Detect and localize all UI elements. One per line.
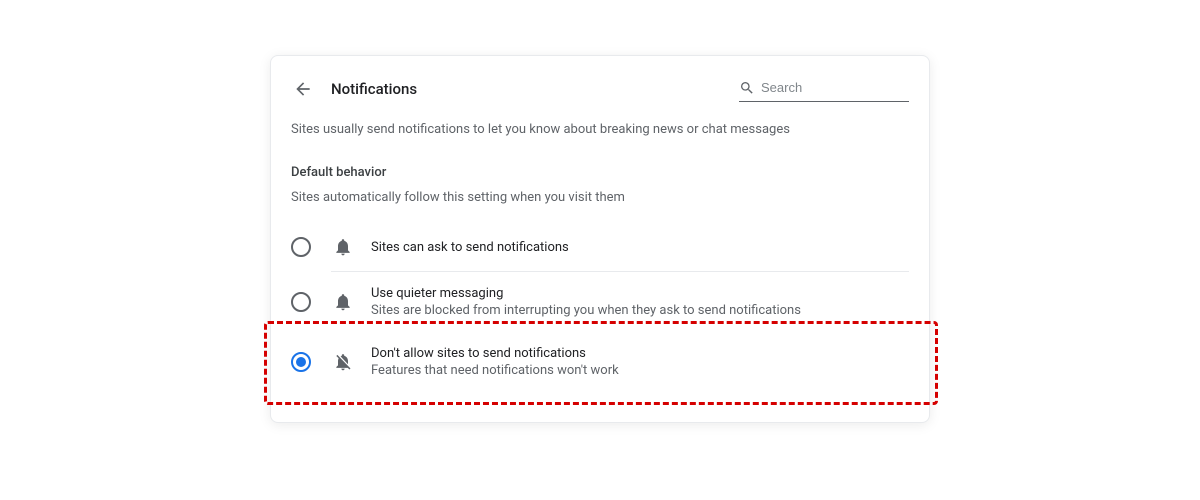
search-field[interactable] <box>739 76 909 102</box>
settings-card: Notifications Sites usually send notific… <box>270 55 930 423</box>
page-title: Notifications <box>331 80 417 98</box>
option-ask[interactable]: Sites can ask to send notifications <box>271 223 929 271</box>
option-sublabel: Sites are blocked from interrupting you … <box>371 303 801 318</box>
search-input[interactable] <box>761 80 909 95</box>
header-row: Notifications <box>271 76 929 122</box>
back-button[interactable] <box>291 77 315 101</box>
option-label: Sites can ask to send notifications <box>371 240 569 255</box>
radio-unselected[interactable] <box>291 237 311 257</box>
option-sublabel: Features that need notifications won't w… <box>371 363 619 378</box>
bell-icon <box>333 237 353 257</box>
option-text: Don't allow sites to send notifications … <box>371 346 619 378</box>
radio-selected[interactable] <box>291 352 311 372</box>
option-text: Use quieter messaging Sites are blocked … <box>371 286 801 318</box>
option-text: Sites can ask to send notifications <box>371 240 569 255</box>
option-label: Use quieter messaging <box>371 286 801 301</box>
bell-off-icon <box>333 352 353 372</box>
section-title: Default behavior <box>271 165 929 190</box>
arrow-left-icon <box>293 79 313 99</box>
option-dont-allow[interactable]: Don't allow sites to send notifications … <box>271 332 929 392</box>
search-icon <box>739 80 755 96</box>
option-quieter[interactable]: Use quieter messaging Sites are blocked … <box>271 272 929 332</box>
option-label: Don't allow sites to send notifications <box>371 346 619 361</box>
radio-unselected[interactable] <box>291 292 311 312</box>
bell-icon <box>333 292 353 312</box>
page-description: Sites usually send notifications to let … <box>271 122 929 165</box>
section-subtitle: Sites automatically follow this setting … <box>271 190 929 223</box>
